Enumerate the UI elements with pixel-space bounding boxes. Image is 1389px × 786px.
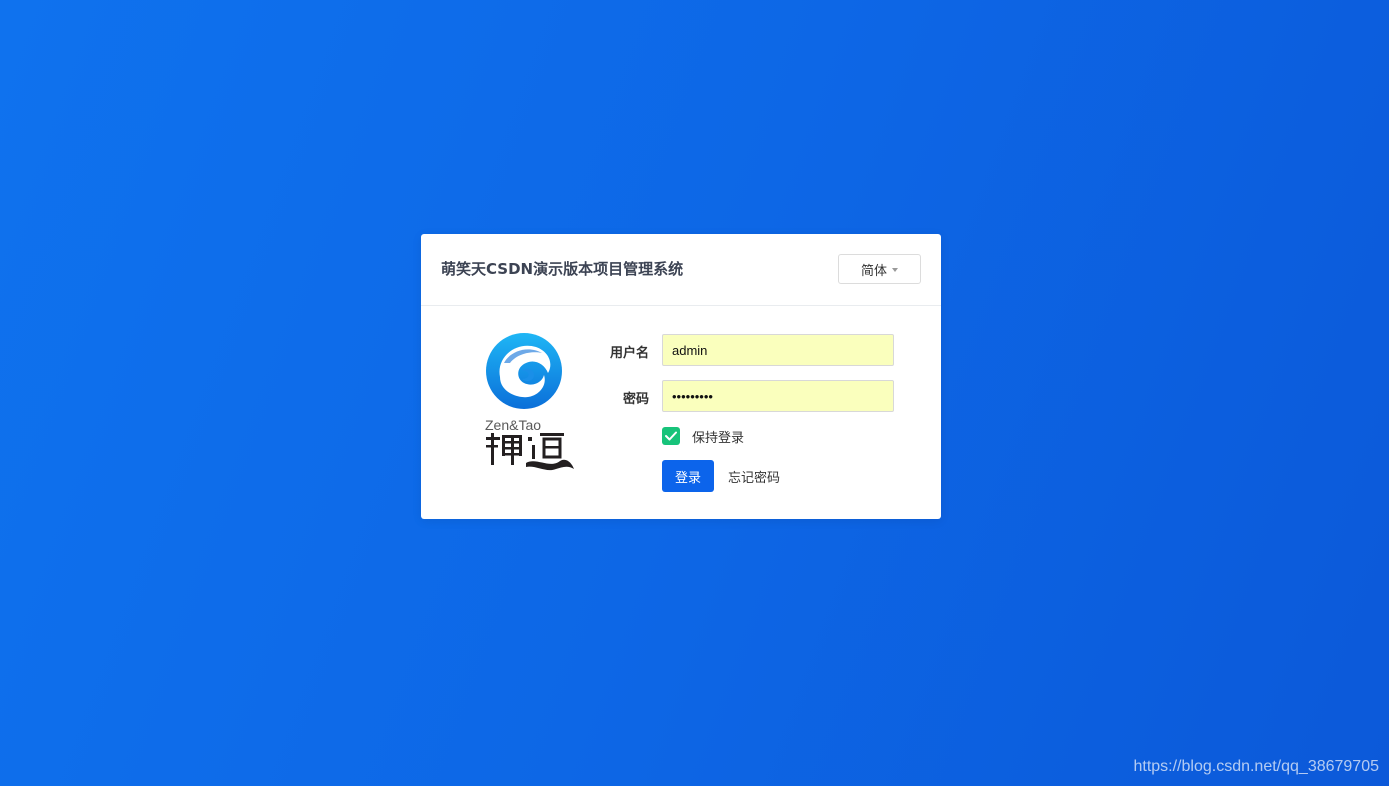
zentao-swirl-icon bbox=[486, 333, 562, 409]
username-input[interactable] bbox=[662, 334, 894, 366]
username-label: 用户名 bbox=[609, 346, 649, 361]
login-button[interactable]: 登录 bbox=[662, 460, 714, 492]
app-title: 萌笑天CSDN演示版本项目管理系统 bbox=[441, 260, 684, 278]
remember-label[interactable]: 保持登录 bbox=[692, 427, 744, 446]
login-body: Zen&Tao 用户名 admin 密码 保持登录 登录 忘记密码 bbox=[421, 306, 941, 519]
forgot-password-link[interactable]: 忘记密码 bbox=[728, 467, 780, 486]
language-select[interactable]: 简体 bbox=[838, 254, 921, 284]
login-page: { "login": { "title": "萌笑天CSDN演示版本项目管理系统… bbox=[0, 0, 1389, 786]
login-header: 萌笑天CSDN演示版本项目管理系统 简体 bbox=[421, 234, 941, 306]
caret-down-icon bbox=[892, 267, 898, 272]
language-label: 简体 bbox=[860, 263, 887, 279]
watermark: https://blog.csdn.net/qq_38679705 bbox=[1133, 758, 1379, 775]
password-input[interactable] bbox=[662, 380, 894, 412]
password-label: 密码 bbox=[622, 392, 649, 407]
checkmark-icon bbox=[665, 431, 677, 441]
remember-checkbox[interactable] bbox=[662, 427, 680, 445]
logo-calligraphy bbox=[486, 433, 574, 471]
zentao-logo: Zen&Tao bbox=[484, 333, 576, 473]
login-card: 萌笑天CSDN演示版本项目管理系统 简体 Zen&Tao 用户名 admin 密… bbox=[421, 234, 941, 519]
